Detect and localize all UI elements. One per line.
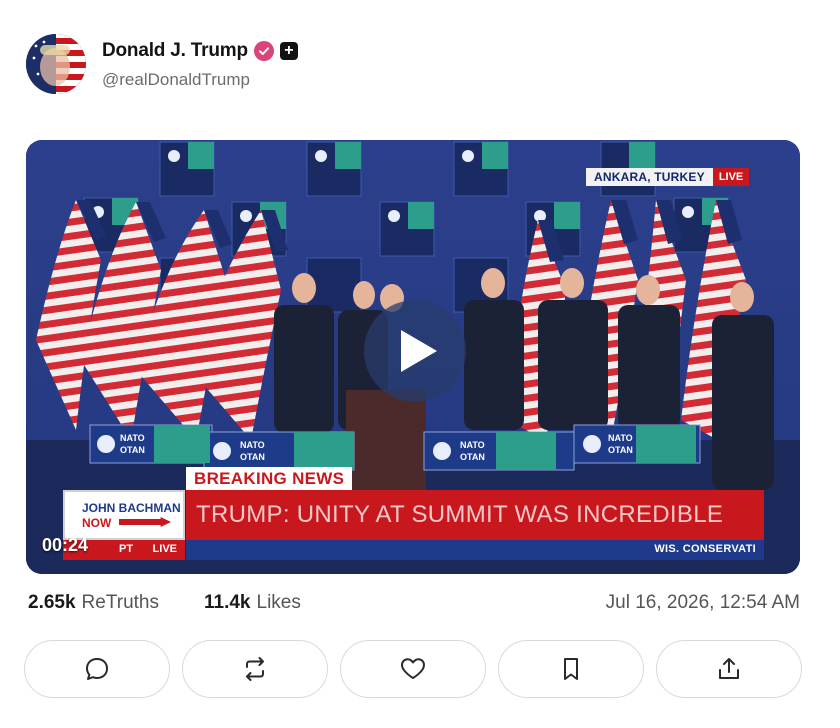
ticker-text: WIS. CONSERVATI (654, 543, 756, 555)
plus-badge-icon: + (279, 41, 298, 60)
show-logo-line2: NOW (82, 516, 112, 530)
breaking-news-label: BREAKING NEWS (186, 467, 353, 490)
likes-label: Likes (256, 592, 301, 613)
bookmark-icon (564, 658, 578, 680)
location-text: ANKARA, TURKEY (586, 168, 713, 186)
arrow-icon (119, 517, 171, 527)
podium-sign-otan: OTAN (608, 445, 633, 455)
bookmark-button[interactable] (498, 640, 644, 698)
retruths-label: ReTruths (81, 592, 159, 613)
reply-icon (86, 658, 108, 680)
location-banner: ANKARA, TURKEY LIVE (586, 168, 750, 186)
retruth-icon (246, 657, 264, 681)
post-timestamp[interactable]: Jul 16, 2026, 12:54 AM (606, 592, 800, 614)
show-logo-line1: JOHN BACHMAN (82, 501, 181, 515)
headline-chyron: TRUMP: UNITY AT SUMMIT WAS INCREDIBLE (186, 490, 764, 540)
podium-sign-nato: NATO (120, 433, 145, 443)
post-stats: 2.65k ReTruths 11.4k Likes Jul 16, 2026, 1… (28, 592, 800, 616)
news-ticker: WIS. CONSERVATI (186, 540, 764, 560)
retruth-button[interactable] (182, 640, 328, 698)
podium-sign-nato: NATO (460, 440, 485, 450)
display-name[interactable]: Donald J. Trump (102, 40, 248, 62)
podium-sign-nato: NATO (240, 440, 265, 450)
share-button[interactable] (656, 640, 802, 698)
play-icon (401, 330, 437, 372)
time-zone-label: PT (119, 543, 134, 555)
video-timecode: 00:24 (42, 535, 89, 555)
like-icon (401, 658, 425, 679)
play-button[interactable] (364, 300, 466, 402)
live-tag: LIVE (152, 543, 177, 555)
like-button[interactable] (340, 640, 486, 698)
user-handle[interactable]: @realDonaldTrump (102, 70, 298, 90)
show-logo: JOHN BACHMAN NOW (63, 490, 185, 540)
verified-badge-icon (253, 40, 274, 61)
likes-stat[interactable]: 11.4k Likes (204, 592, 301, 614)
retruths-count: 2.65k (28, 592, 76, 613)
video-player[interactable]: NATO OTAN NATO OTAN NATO OTAN NATO OTAN … (26, 140, 800, 574)
podium-sign-otan: OTAN (240, 452, 265, 462)
likes-count: 11.4k (204, 592, 251, 613)
podium-sign-nato: NATO (608, 433, 633, 443)
podium-sign-otan: OTAN (460, 452, 485, 462)
retruths-stat[interactable]: 2.65k ReTruths (28, 592, 159, 614)
reply-button[interactable] (24, 640, 170, 698)
location-live-tag: LIVE (712, 168, 750, 186)
action-bar (24, 640, 802, 698)
podium-sign-otan: OTAN (120, 445, 145, 455)
post-header: Donald J. Trump + @realDonaldTrump (26, 34, 298, 94)
share-icon (719, 658, 739, 679)
avatar[interactable] (26, 34, 86, 94)
